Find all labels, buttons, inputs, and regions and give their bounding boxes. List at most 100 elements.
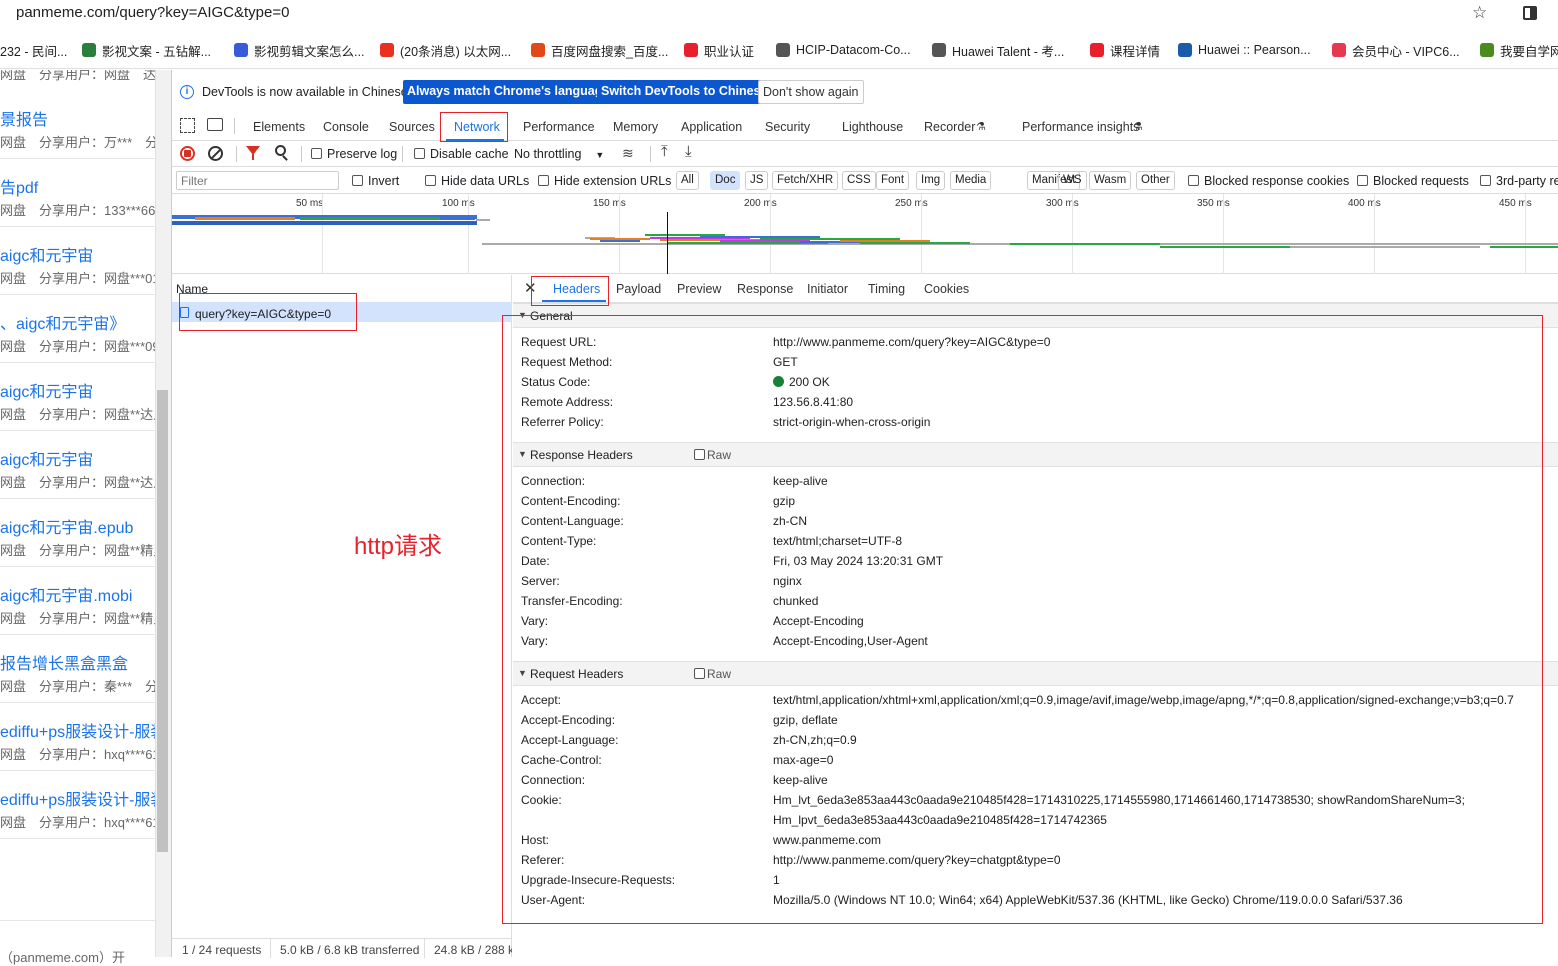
tab-recorder[interactable]: Recorder <box>924 120 975 134</box>
tab-lighthouse[interactable]: Lighthouse <box>842 120 903 134</box>
result-item[interactable]: 告pdf 网盘 分享用户：133***66 <box>0 174 155 242</box>
result-item[interactable]: aigc和元宇宙 网盘 分享用户：网盘**达人 <box>0 378 155 446</box>
result-item[interactable]: ediffu+ps服装设计-服装网盘 分享用户：hxq****61 <box>0 786 155 854</box>
result-title[interactable]: aigc和元宇宙 <box>0 242 93 266</box>
bookmark-label: Huawei Talent - 考... <box>952 44 1065 59</box>
inspect-element-icon[interactable] <box>180 118 195 133</box>
search-icon[interactable] <box>275 145 286 156</box>
blocked-response-cookies-checkbox[interactable]: Blocked response cookies <box>1188 174 1349 188</box>
network-tab-highlight <box>440 112 508 142</box>
filter-chip-doc[interactable]: Doc <box>710 171 741 190</box>
filter-chip-other[interactable]: Other <box>1136 171 1175 190</box>
result-title[interactable]: aigc和元宇宙 <box>0 378 93 402</box>
filter-chip-js[interactable]: JS <box>745 171 769 190</box>
third-party-checkbox[interactable]: 3rd-party re <box>1480 174 1558 188</box>
address-bar[interactable]: panmeme.com/query?key=AIGC&type=0 ☆ <box>0 0 1558 31</box>
tab-initiator[interactable]: Initiator <box>807 282 848 296</box>
tab-payload[interactable]: Payload <box>616 282 661 296</box>
divider <box>0 838 155 839</box>
hide-data-urls-checkbox[interactable]: Hide data URLs <box>425 174 529 188</box>
disable-cache-checkbox[interactable]: Disable cache <box>414 147 509 161</box>
timeline-gridline <box>322 194 323 274</box>
device-toolbar-icon[interactable] <box>207 118 223 131</box>
tab-application[interactable]: Application <box>681 120 742 134</box>
clear-icon[interactable] <box>208 146 223 161</box>
result-title[interactable]: aigc和元宇宙 <box>0 446 93 470</box>
bookmark-label: Huawei :: Pearson... <box>1198 43 1311 57</box>
bookmark-item[interactable]: 百度网盘搜索_百度... <box>531 42 668 59</box>
filter-chip-fetchxhr[interactable]: Fetch/XHR <box>772 171 839 190</box>
divider <box>234 118 235 134</box>
result-item[interactable]: aigc和元宇宙 网盘 分享用户：网盘**达人 <box>0 446 155 514</box>
tab-response[interactable]: Response <box>737 282 793 296</box>
result-sub: 网盘 分享用户：hxq****61 <box>0 815 155 830</box>
tab-memory[interactable]: Memory <box>613 120 658 134</box>
timeline-gridline <box>1223 194 1224 274</box>
bookmark-item[interactable]: (20条消息) 以太网... <box>380 42 511 59</box>
result-item[interactable]: aigc和元宇宙.epub 网盘 分享用户：网盘**精灵 <box>0 514 155 582</box>
filter-chip-wasm[interactable]: Wasm <box>1089 171 1132 190</box>
tab-timing[interactable]: Timing <box>868 282 905 296</box>
result-title[interactable]: 告pdf <box>0 174 38 198</box>
tab-elements[interactable]: Elements <box>253 120 305 134</box>
side-panel-icon[interactable] <box>1523 6 1537 20</box>
result-title[interactable]: ediffu+ps服装设计-服装 <box>0 718 155 742</box>
filter-chip-font[interactable]: Font <box>876 171 910 190</box>
filter-chip-img[interactable]: Img <box>916 171 946 190</box>
bookmark-favicon-icon <box>776 43 790 57</box>
bookmark-item[interactable]: 影视文案 - 五钻解... <box>82 42 211 59</box>
bookmark-item[interactable]: HCIP-Datacom-Co... <box>776 42 911 58</box>
tab-sources[interactable]: Sources <box>389 120 435 134</box>
invert-checkbox[interactable]: Invert <box>352 174 399 188</box>
dont-show-again-button[interactable]: Don't show again <box>758 80 864 104</box>
tab-cookies[interactable]: Cookies <box>924 282 969 296</box>
star-icon[interactable]: ☆ <box>1472 3 1487 23</box>
switch-to-chinese-button[interactable]: Switch DevTools to Chinese <box>597 80 772 104</box>
divider <box>0 430 155 431</box>
tab-console[interactable]: Console <box>323 120 369 134</box>
filter-chip-css[interactable]: CSS <box>842 171 876 190</box>
filter-chip-ws[interactable]: WS <box>1058 171 1087 190</box>
network-conditions-icon[interactable]: ≋ <box>622 145 634 162</box>
filter-chip-media[interactable]: Media <box>950 171 992 190</box>
result-item[interactable]: aigc和元宇宙 网盘 分享用户：网盘***01 <box>0 242 155 310</box>
blocked-requests-checkbox[interactable]: Blocked requests <box>1357 174 1469 188</box>
result-item[interactable]: ediffu+ps服装设计-服装 网盘 分享用户：hxq****61 <box>0 718 155 786</box>
bookmark-item[interactable]: 课程详情 <box>1090 42 1160 59</box>
record-stop-icon[interactable] <box>180 146 195 161</box>
import-har-icon[interactable]: ⤒ <box>661 143 668 160</box>
result-title[interactable]: aigc和元宇宙.mobi <box>0 582 132 606</box>
url-text[interactable]: panmeme.com/query?key=AIGC&type=0 <box>16 4 289 21</box>
timeline-bar <box>476 219 490 221</box>
result-item[interactable]: aigc和元宇宙.mobi 网盘 分享用户：网盘**精灵 <box>0 582 155 650</box>
hide-extension-urls-checkbox[interactable]: Hide extension URLs <box>538 174 671 188</box>
bookmark-item[interactable]: 232 - 民间... <box>0 42 67 59</box>
filter-input[interactable] <box>176 171 339 190</box>
result-title[interactable]: aigc和元宇宙.epub <box>0 514 133 538</box>
filter-chip-all[interactable]: All <box>676 171 699 190</box>
result-item[interactable]: 报告增长黑盒黑盒 网盘 分享用户：秦*** 分 <box>0 650 155 718</box>
always-match-language-button[interactable]: Always match Chrome's language <box>403 80 614 104</box>
result-title[interactable]: ediffu+ps服装设计-服装 <box>0 786 155 810</box>
result-title[interactable]: 报告增长黑盒黑盒 <box>0 650 128 674</box>
result-sub: 网盘 分享用户：网盘**精灵 <box>0 611 155 626</box>
page-scrollbar-thumb[interactable] <box>157 390 168 852</box>
tab-performance-insights[interactable]: Performance insights <box>1022 120 1139 134</box>
export-har-icon[interactable]: ⤓ <box>685 143 692 160</box>
result-title[interactable]: 、aigc和元宇宙》 <box>0 310 125 334</box>
tab-preview[interactable]: Preview <box>677 282 721 296</box>
bookmark-item[interactable]: Huawei :: Pearson... <box>1178 42 1311 58</box>
result-item[interactable]: 景报告 网盘 分享用户：万*** 分享 <box>0 106 155 174</box>
bookmark-item[interactable]: Huawei Talent - 考... <box>932 42 1065 59</box>
timeline-tick-label: 400 ms <box>1348 198 1381 209</box>
preserve-log-checkbox[interactable]: Preserve log <box>311 147 397 161</box>
tab-security[interactable]: Security <box>765 120 810 134</box>
result-item[interactable]: 、aigc和元宇宙》 网盘 分享用户：网盘***09 <box>0 310 155 378</box>
bookmark-item[interactable]: 影视剪辑文案怎么... <box>234 42 364 59</box>
result-title[interactable]: 景报告 <box>0 106 48 130</box>
bookmark-item[interactable]: 我要自学网 <box>1480 42 1558 59</box>
throttling-select[interactable]: No throttling ▼ <box>514 147 604 161</box>
bookmark-item[interactable]: 职业认证 <box>684 42 754 59</box>
bookmark-item[interactable]: 会员中心 - VIPC6... <box>1332 42 1460 59</box>
tab-performance[interactable]: Performance <box>523 120 595 134</box>
